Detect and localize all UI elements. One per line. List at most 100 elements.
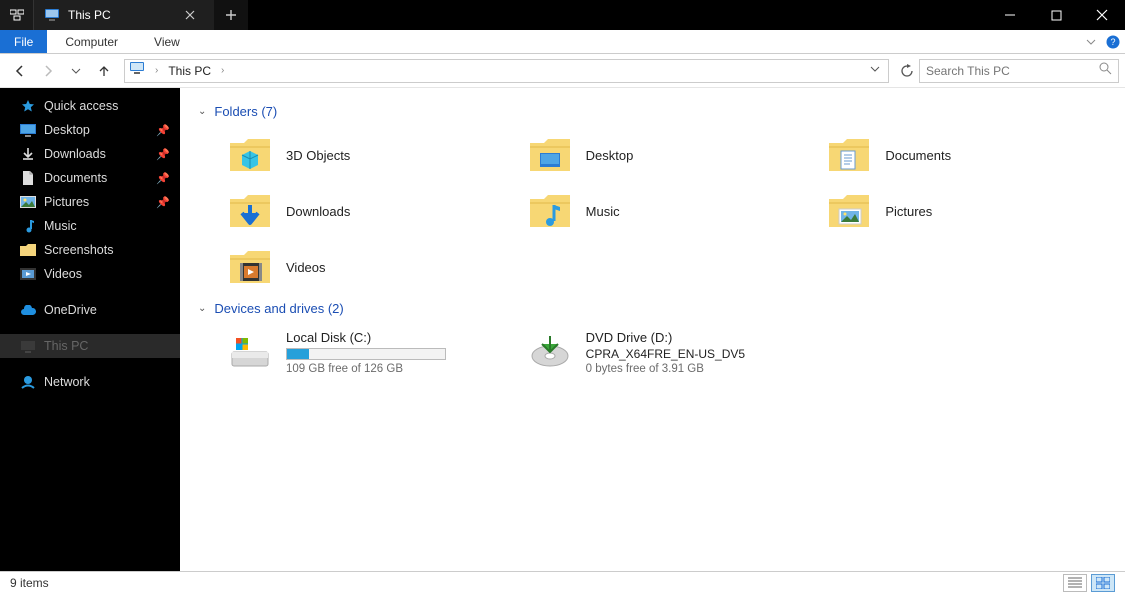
task-view-icon (10, 8, 24, 22)
drive-local-c[interactable]: Local Disk (C:) 109 GB free of 126 GB (228, 326, 508, 379)
tab-title: This PC (68, 8, 168, 22)
search-icon (1099, 62, 1112, 80)
group-folders-header[interactable]: ⌄ Folders (7) (198, 104, 1107, 119)
task-view-button[interactable] (0, 0, 34, 30)
pin-icon: 📌 (156, 196, 170, 209)
folder-desktop[interactable]: Desktop (528, 129, 808, 181)
sidebar-item-label: Quick access (44, 99, 118, 113)
group-drives-header[interactable]: ⌄ Devices and drives (2) (198, 301, 1107, 316)
folder-downloads[interactable]: Downloads (228, 185, 508, 237)
chevron-down-icon (1086, 37, 1096, 47)
arrow-left-icon (13, 64, 27, 78)
new-tab-button[interactable] (214, 0, 248, 30)
folder-label: Music (586, 204, 620, 219)
view-details-button[interactable] (1063, 574, 1087, 592)
nav-recent-button[interactable] (64, 59, 88, 83)
folder-icon (228, 189, 272, 233)
folder-documents[interactable]: Documents (827, 129, 1107, 181)
sidebar-item-label: Desktop (44, 123, 90, 137)
address-history-button[interactable] (866, 64, 884, 77)
sidebar-documents[interactable]: Documents 📌 (0, 166, 180, 190)
refresh-icon (900, 64, 914, 78)
pin-icon: 📌 (156, 124, 170, 137)
address-bar[interactable]: › This PC › (124, 59, 889, 83)
ribbon-file[interactable]: File (0, 30, 47, 53)
nav-forward-button[interactable] (36, 59, 60, 83)
drive-usage-bar (286, 348, 446, 360)
this-pc-icon (20, 338, 36, 354)
refresh-button[interactable] (895, 64, 919, 78)
folder-icon (528, 133, 572, 177)
folder-3d-objects[interactable]: 3D Objects (228, 129, 508, 181)
details-view-icon (1068, 577, 1082, 589)
sidebar-item-label: Downloads (44, 147, 106, 161)
pin-icon: 📌 (156, 148, 170, 161)
help-button[interactable]: ? (1101, 30, 1125, 53)
ribbon-expand-button[interactable] (1081, 30, 1101, 53)
tab-close-button[interactable] (176, 10, 204, 20)
this-pc-icon (44, 7, 60, 23)
search-box[interactable] (919, 59, 1119, 83)
sidebar-item-label: Videos (44, 267, 82, 281)
sidebar-network[interactable]: Network (0, 370, 180, 394)
sidebar-item-label: This PC (44, 339, 88, 353)
sidebar-videos[interactable]: Videos (0, 262, 180, 286)
sidebar-item-label: Documents (44, 171, 107, 185)
folder-label: 3D Objects (286, 148, 350, 163)
window-tab[interactable]: This PC (34, 0, 214, 30)
folder-label: Downloads (286, 204, 350, 219)
minimize-button[interactable] (987, 0, 1033, 30)
close-icon (1096, 9, 1108, 21)
maximize-button[interactable] (1033, 0, 1079, 30)
nav-up-button[interactable] (92, 59, 116, 83)
view-large-icons-button[interactable] (1091, 574, 1115, 592)
drive-name: DVD Drive (D:) (586, 330, 745, 345)
sidebar-quick-access[interactable]: Quick access (0, 88, 180, 118)
maximize-icon (1051, 10, 1062, 21)
sidebar-onedrive[interactable]: OneDrive (0, 298, 180, 322)
ribbon-view[interactable]: View (136, 30, 198, 53)
large-icons-view-icon (1096, 577, 1110, 589)
folder-videos[interactable]: Videos (228, 241, 508, 293)
sidebar-music[interactable]: Music (0, 214, 180, 238)
folder-pictures[interactable]: Pictures (827, 185, 1107, 237)
sidebar-screenshots[interactable]: Screenshots (0, 238, 180, 262)
sidebar-item-label: OneDrive (44, 303, 97, 317)
sidebar-pictures[interactable]: Pictures 📌 (0, 190, 180, 214)
star-icon (20, 98, 36, 114)
nav-back-button[interactable] (8, 59, 32, 83)
drive-icon (228, 330, 272, 374)
pin-icon: 📌 (156, 172, 170, 185)
close-window-button[interactable] (1079, 0, 1125, 30)
svg-text:?: ? (1110, 37, 1115, 47)
folder-icon (20, 242, 36, 258)
search-input[interactable] (926, 64, 1099, 78)
folder-label: Desktop (586, 148, 634, 163)
network-icon (20, 374, 36, 390)
dvd-drive-icon (528, 330, 572, 374)
folder-music[interactable]: Music (528, 185, 808, 237)
picture-icon (20, 194, 36, 210)
breadcrumb-this-pc[interactable]: This PC (168, 64, 211, 78)
download-icon (20, 146, 36, 162)
breadcrumb-root-caret[interactable]: › (151, 65, 162, 76)
drive-dvd-d[interactable]: DVD Drive (D:) CPRA_X64FRE_EN-US_DV5 0 b… (528, 326, 808, 379)
folder-icon (827, 133, 871, 177)
folder-icon (827, 189, 871, 233)
cloud-icon (20, 302, 36, 318)
ribbon-computer[interactable]: Computer (47, 30, 136, 53)
titlebar-drag-area[interactable] (248, 0, 987, 30)
video-icon (20, 266, 36, 282)
close-icon (185, 10, 195, 20)
sidebar-downloads[interactable]: Downloads 📌 (0, 142, 180, 166)
sidebar-this-pc[interactable]: This PC (0, 334, 180, 358)
drive-free-text: 109 GB free of 126 GB (286, 363, 446, 375)
chevron-down-icon (71, 66, 81, 76)
document-icon (20, 170, 36, 186)
sidebar-item-label: Pictures (44, 195, 89, 209)
arrow-up-icon (97, 64, 111, 78)
sidebar-desktop[interactable]: Desktop 📌 (0, 118, 180, 142)
chevron-down-icon: ⌄ (198, 106, 206, 117)
status-item-count: 9 items (10, 576, 49, 590)
breadcrumb-caret[interactable]: › (217, 65, 228, 76)
